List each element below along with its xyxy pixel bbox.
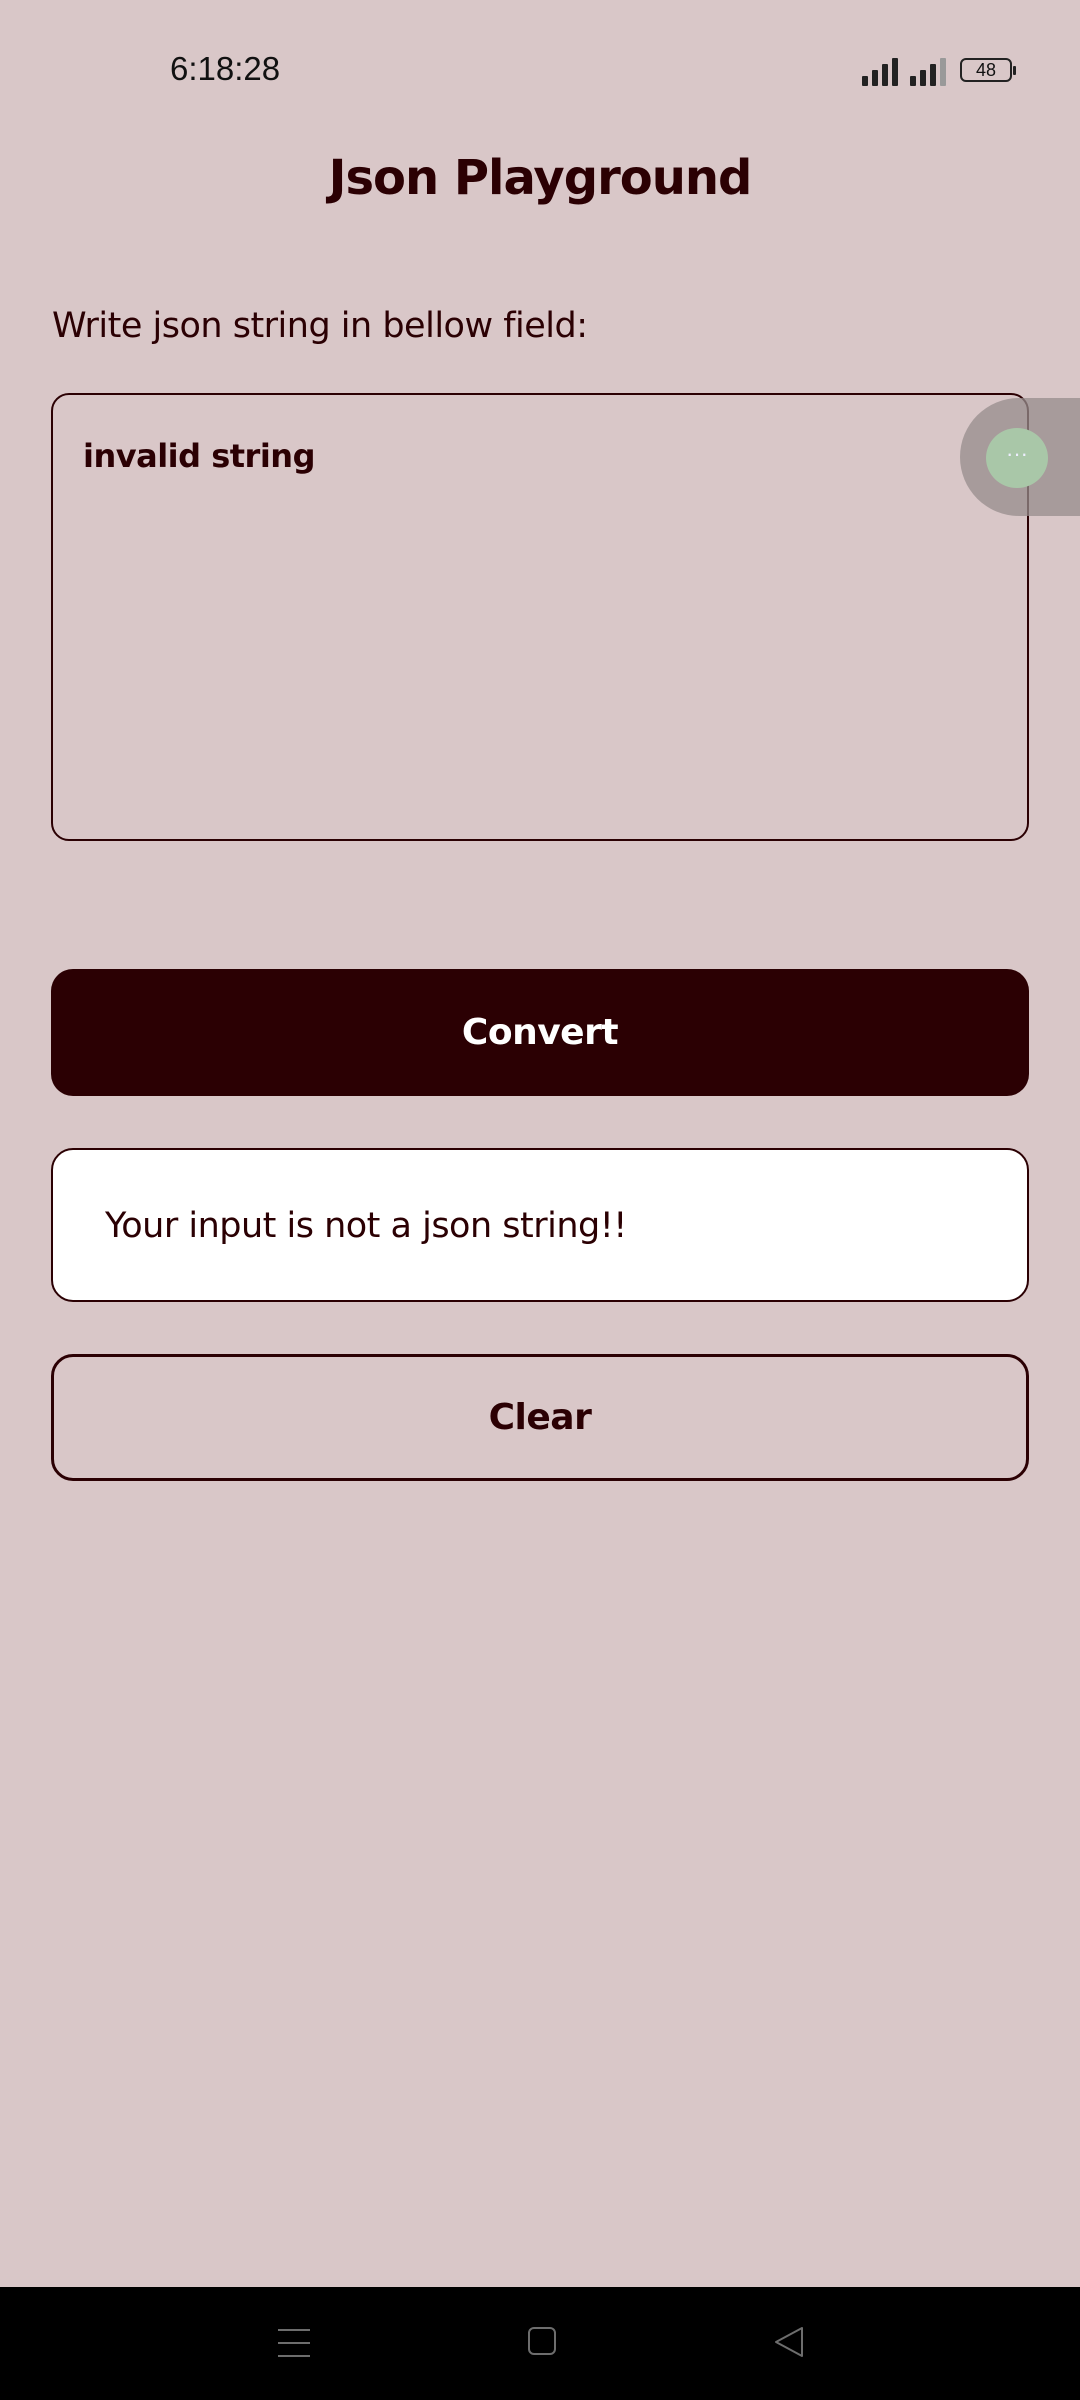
menu-icon[interactable]: [278, 2329, 310, 2357]
signal-icon: [862, 56, 898, 86]
result-message: Your input is not a json string!!: [105, 1206, 627, 1246]
status-bar: 6:18:28 48: [0, 0, 1080, 140]
back-icon[interactable]: [772, 2325, 806, 2359]
json-input[interactable]: invalid string: [51, 393, 1029, 841]
signal-icon: [910, 56, 946, 86]
page-title: Json Playground: [328, 150, 753, 206]
clear-button[interactable]: Clear: [51, 1354, 1029, 1481]
convert-button[interactable]: Convert: [51, 969, 1029, 1096]
home-icon[interactable]: [528, 2327, 556, 2355]
result-box: Your input is not a json string!!: [51, 1148, 1029, 1302]
status-time: 6:18:28: [170, 50, 281, 87]
system-nav-bar: [0, 2287, 1080, 2400]
json-input-label: Write json string in bellow field:: [52, 306, 588, 346]
battery-icon: 48: [960, 58, 1016, 82]
floating-bubble[interactable]: ···: [960, 398, 1080, 516]
more-dots-icon[interactable]: ···: [986, 428, 1048, 488]
